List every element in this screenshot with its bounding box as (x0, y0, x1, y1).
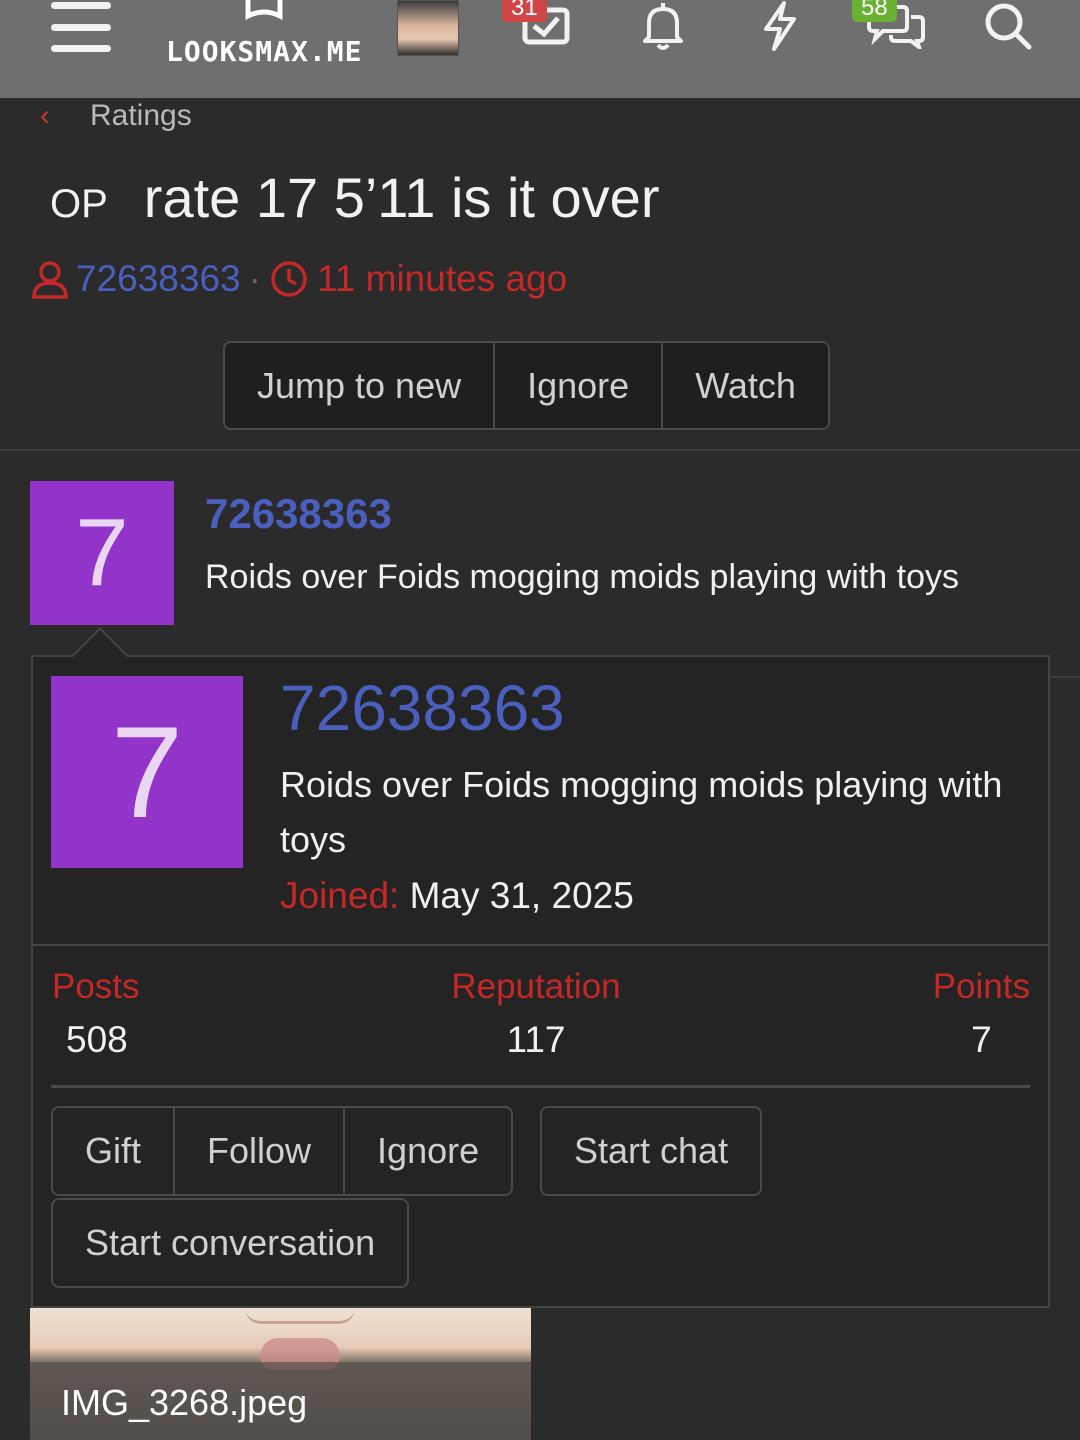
watch-thread-button[interactable]: Watch (663, 343, 828, 428)
start-chat-button[interactable]: Start chat (542, 1108, 760, 1194)
search-icon[interactable] (982, 0, 1034, 52)
bolt-icon[interactable] (757, 0, 803, 52)
thread-title-row: OP rate 17 5’11 is it over (50, 165, 659, 230)
breadcrumb-ratings[interactable]: Ratings (90, 99, 192, 133)
inbox-count-badge: 31 (502, 0, 547, 22)
tooltip-arrow-fill (72, 630, 128, 658)
ignore-thread-button[interactable]: Ignore (495, 343, 664, 428)
chat-count-badge: 58 (852, 0, 897, 22)
stat-reputation[interactable]: Reputation 117 (449, 967, 623, 1061)
ignore-member-button[interactable]: Ignore (345, 1108, 511, 1194)
top-navigation-bar: LOOKSMAX.ME 31 58 (0, 0, 1080, 98)
stats-divider (51, 1085, 1030, 1088)
member-tooltip-card: 7 72638363 Roids over Foids mogging moid… (31, 655, 1050, 1308)
op-tag: OP (50, 182, 108, 226)
meta-separator: · (248, 258, 261, 299)
section-divider (0, 449, 1080, 451)
breadcrumb[interactable]: ‹ Ratings (40, 96, 192, 136)
thread-time-link[interactable]: 11 minutes ago (317, 258, 567, 300)
image-attachment[interactable]: IMG_3268.jpeg (30, 1308, 531, 1440)
thread-author-link[interactable]: 72638363 (76, 258, 241, 300)
post-author-avatar[interactable]: 7 (30, 481, 174, 625)
member-card-avatar[interactable]: 7 (51, 676, 243, 868)
chevron-left-icon: ‹ (40, 99, 50, 132)
thread-meta: 72638363 · 11 minutes ago (30, 258, 567, 300)
stat-reputation-label: Reputation (451, 967, 621, 1006)
follow-button[interactable]: Follow (175, 1108, 346, 1194)
post-divider (1048, 676, 1080, 678)
stat-points-value: 7 (971, 1019, 992, 1060)
stat-points-label: Points (932, 967, 1030, 1006)
start-conversation-button[interactable]: Start conversation (53, 1200, 407, 1286)
stat-points[interactable]: Points 7 (933, 967, 1030, 1061)
user-icon (32, 261, 68, 299)
post-author-tagline: Roids over Foids mogging moids playing w… (205, 558, 960, 596)
member-action-group: Gift Follow Ignore (51, 1106, 514, 1196)
stat-reputation-value: 117 (506, 1019, 566, 1060)
gift-button[interactable]: Gift (53, 1108, 176, 1194)
logo-mark-icon (245, 0, 283, 21)
member-card-divider (33, 944, 1048, 946)
stat-posts-value: 508 (66, 1019, 128, 1060)
site-logo[interactable]: LOOKSMAX.ME (166, 0, 366, 70)
thread-action-group: Jump to new Ignore Watch (223, 341, 830, 430)
logo-text: LOOKSMAX.ME (166, 35, 363, 68)
clock-icon (271, 261, 307, 297)
thread-title: rate 17 5’11 is it over (143, 166, 660, 229)
attachment-photo-detail (245, 1308, 355, 1324)
start-conversation-group: Start conversation (51, 1198, 410, 1288)
member-card-tagline: Roids over Foids mogging moids playing w… (280, 764, 1003, 860)
stat-posts[interactable]: Posts 508 (52, 967, 140, 1061)
start-chat-group: Start chat (540, 1106, 763, 1196)
joined-date: May 31, 2025 (409, 875, 634, 916)
joined-label: Joined: (280, 875, 400, 916)
post-author-name[interactable]: 72638363 (205, 490, 392, 538)
current-user-avatar[interactable] (397, 0, 459, 56)
stat-posts-label: Posts (52, 967, 140, 1006)
bell-icon[interactable] (636, 0, 690, 52)
jump-to-new-button[interactable]: Jump to new (225, 343, 496, 428)
attachment-filename: IMG_3268.jpeg (61, 1382, 308, 1423)
menu-icon[interactable] (50, 0, 112, 52)
member-card-username[interactable]: 72638363 (280, 671, 565, 745)
member-card-joined: Joined: May 31, 2025 (280, 875, 634, 917)
